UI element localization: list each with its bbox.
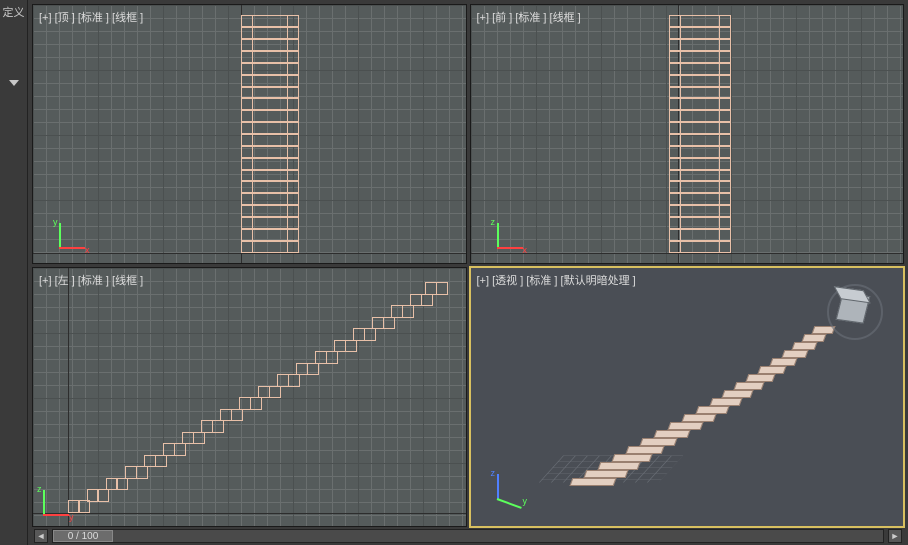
viewport-front[interactable]: [+] [前 ] [标准 ] [线框 ] z x (470, 4, 905, 264)
timeline-track[interactable]: 0 / 100 (52, 529, 884, 543)
sidebar-label: 定义 (3, 4, 25, 20)
viewport-grid: [+] [顶 ] [标准 ] [线框 ] y x (28, 0, 908, 527)
viewport-label-top[interactable]: [+] [顶 ] [标准 ] [线框 ] (39, 9, 143, 25)
axis-x (33, 513, 466, 514)
axis-gizmo: y x (51, 217, 91, 257)
axis-x (471, 253, 904, 254)
axis-x (33, 253, 466, 254)
sidebar-dropdown-icon[interactable] (9, 80, 19, 86)
axis-gizmo: z y (35, 484, 75, 524)
main-area: [+] [顶 ] [标准 ] [线框 ] y x (28, 0, 908, 545)
timeline-next-button[interactable]: ► (888, 529, 902, 543)
timeline-thumb[interactable]: 0 / 100 (53, 530, 113, 542)
viewport-label-left[interactable]: [+] [左 ] [标准 ] [线框 ] (39, 272, 143, 288)
left-sidebar: 定义 (0, 0, 28, 545)
staircase-front (669, 15, 731, 252)
timeline: ◄ 0 / 100 ► (28, 527, 908, 545)
viewport-label-front[interactable]: [+] [前 ] [标准 ] [线框 ] (477, 9, 581, 25)
axis-gizmo: z y (489, 468, 529, 508)
viewport-left[interactable]: [+] [左 ] [标准 ] [线框 ] z y (32, 267, 467, 527)
viewport-top[interactable]: [+] [顶 ] [标准 ] [线框 ] y x (32, 4, 467, 264)
viewcube[interactable] (827, 284, 883, 340)
timeline-prev-button[interactable]: ◄ (34, 529, 48, 543)
axis-gizmo: z x (489, 217, 529, 257)
staircase-left (68, 283, 449, 513)
staircase-top (241, 15, 299, 252)
viewport-label-perspective[interactable]: [+] [透视 ] [标准 ] [默认明暗处理 ] (477, 272, 636, 288)
viewport-perspective[interactable]: [+] [透视 ] [标准 ] [默认明暗处理 ] z y (470, 267, 905, 527)
